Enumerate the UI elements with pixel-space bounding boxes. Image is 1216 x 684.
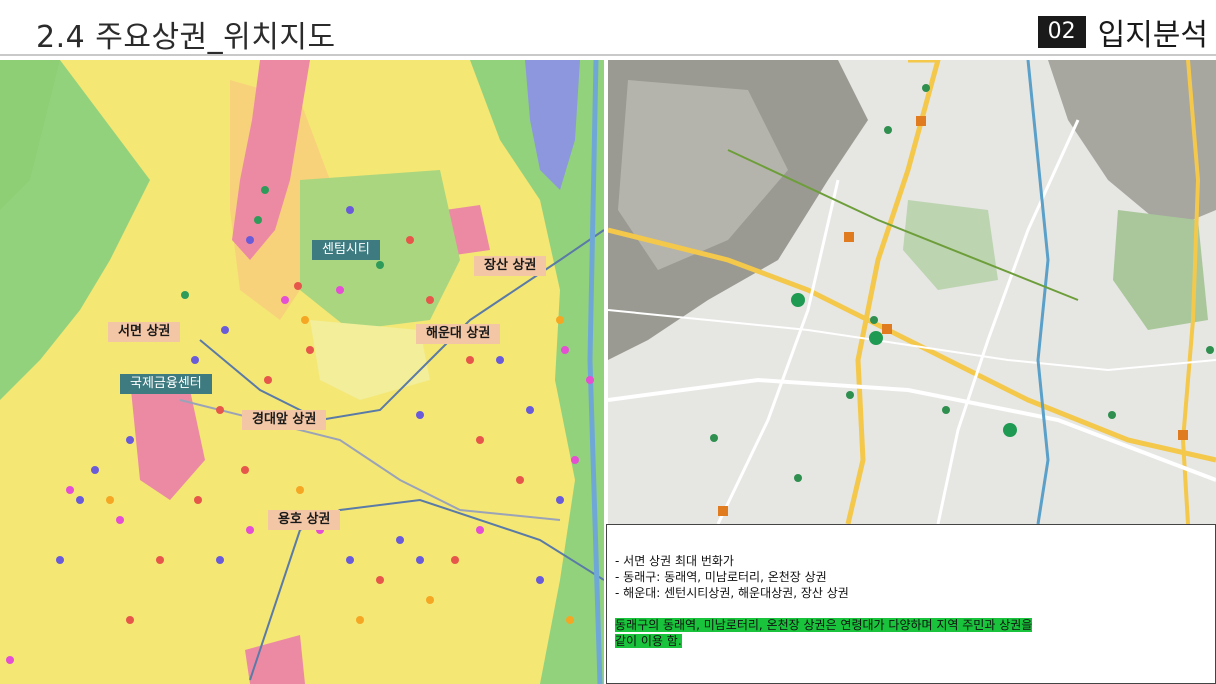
highlight-line-2: 같이 이용 함. <box>615 634 682 648</box>
label-haeundae: 해운대 상권 <box>416 324 501 344</box>
label-gyeongdae: 경대앞 상권 <box>242 410 327 430</box>
label-centum-city: 센텀시티 <box>312 240 380 260</box>
label-yongho: 용호 상권 <box>268 510 341 530</box>
notes-panel: 서면 상권 최대 번화가 동래구: 동래역, 미남로터리, 온천장 상권 해운대… <box>606 524 1216 684</box>
section-indicator: 02 입지분석 <box>1037 10 1208 54</box>
label-ifc: 국제금융센터 <box>120 374 212 394</box>
note-item: 서면 상권 최대 번화가 <box>615 553 1207 569</box>
zoning-map-graphic <box>0 60 604 684</box>
zoning-map: 센텀시티 서면 상권 국제금융센터 장산 상권 해운대 상권 경대앞 상권 용호… <box>0 60 604 684</box>
section-number: 02 <box>1037 16 1086 48</box>
page-title: 2.4 주요상권_위치지도 <box>36 20 336 55</box>
highlight-note: 동래구의 동래역, 미남로터리, 온천장 상권은 연령대가 다양하며 지역 주민… <box>615 617 1207 649</box>
note-item: 동래구: 동래역, 미남로터리, 온천장 상권 <box>615 569 1207 585</box>
header-divider <box>0 54 1216 56</box>
highlight-line-1: 동래구의 동래역, 미남로터리, 온천장 상권은 연령대가 다양하며 지역 주민… <box>615 618 1033 632</box>
label-jangsan: 장산 상권 <box>474 256 547 276</box>
section-name: 입지분석 <box>1097 18 1208 53</box>
note-item: 해운대: 센턴시티상권, 해운대상권, 장산 상권 <box>615 585 1207 601</box>
street-map-graphic <box>608 60 1216 524</box>
dongnae-street-map <box>608 60 1216 524</box>
label-seomyeon: 서면 상권 <box>108 322 181 342</box>
notes-list: 서면 상권 최대 번화가 동래구: 동래역, 미남로터리, 온천장 상권 해운대… <box>615 553 1207 601</box>
